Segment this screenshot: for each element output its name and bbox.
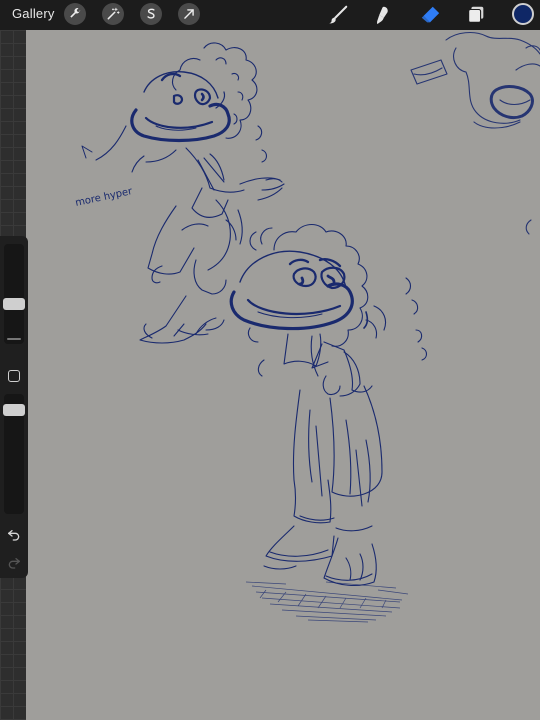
wrench-icon[interactable] xyxy=(64,3,86,25)
sketch-artwork: more hyper xyxy=(74,31,540,623)
redo-icon[interactable] xyxy=(6,554,22,570)
magic-wand-icon[interactable] xyxy=(102,3,124,25)
annotation-more-hyper: more hyper xyxy=(74,186,134,209)
undo-icon[interactable] xyxy=(6,526,22,542)
ground-shadow-hatching xyxy=(245,581,409,623)
transform-arrow-icon[interactable] xyxy=(178,3,200,25)
brush-icon[interactable] xyxy=(326,3,350,27)
modify-button[interactable] xyxy=(8,370,20,382)
left-sidebar xyxy=(0,236,28,578)
opacity-handle[interactable] xyxy=(3,404,25,416)
smudge-icon[interactable] xyxy=(370,3,394,27)
slider-divider xyxy=(7,338,21,340)
layers-icon[interactable] xyxy=(464,3,488,27)
drawing-canvas[interactable]: more hyper xyxy=(26,30,540,720)
selection-s-icon[interactable] xyxy=(140,3,162,25)
partial-character-top-right xyxy=(410,31,540,235)
gallery-button[interactable]: Gallery xyxy=(12,6,55,21)
brush-size-handle[interactable] xyxy=(3,298,25,310)
color-picker-swatch[interactable] xyxy=(512,3,534,25)
character-standing xyxy=(229,223,428,587)
top-toolbar: Gallery xyxy=(0,0,540,30)
eraser-icon[interactable] xyxy=(418,3,442,27)
brush-size-slider[interactable] xyxy=(4,244,24,344)
